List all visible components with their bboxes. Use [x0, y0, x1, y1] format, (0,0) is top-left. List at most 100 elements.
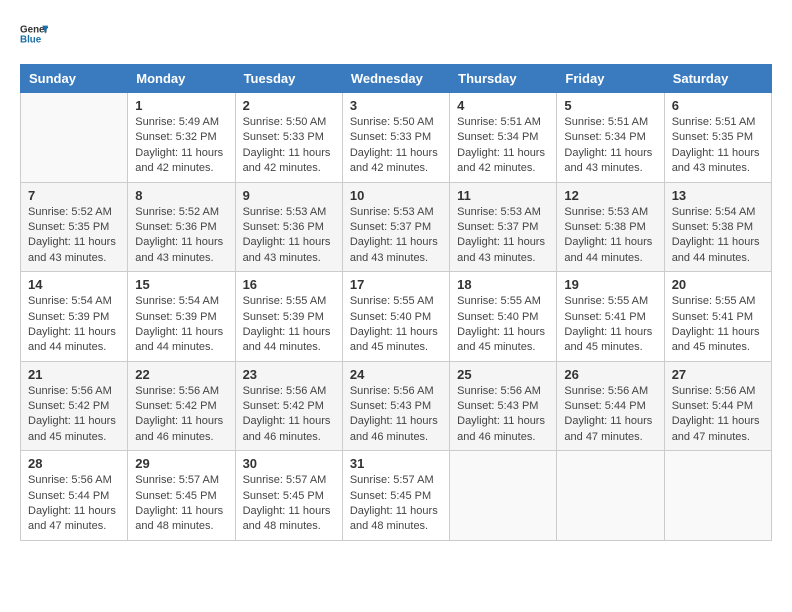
svg-text:Blue: Blue [20, 34, 42, 45]
day-number: 27 [672, 367, 764, 382]
calendar-cell: 27 Sunrise: 5:56 AMSunset: 5:44 PMDaylig… [664, 361, 771, 451]
day-number: 3 [350, 98, 442, 113]
weekday-header: Saturday [664, 65, 771, 93]
day-number: 16 [243, 277, 335, 292]
calendar-cell: 12 Sunrise: 5:53 AMSunset: 5:38 PMDaylig… [557, 182, 664, 272]
day-number: 22 [135, 367, 227, 382]
calendar-cell: 11 Sunrise: 5:53 AMSunset: 5:37 PMDaylig… [450, 182, 557, 272]
day-info: Sunrise: 5:57 AMSunset: 5:45 PMDaylight:… [243, 474, 331, 532]
day-number: 17 [350, 277, 442, 292]
calendar-cell: 22 Sunrise: 5:56 AMSunset: 5:42 PMDaylig… [128, 361, 235, 451]
day-info: Sunrise: 5:50 AMSunset: 5:33 PMDaylight:… [243, 116, 331, 174]
day-number: 29 [135, 456, 227, 471]
day-info: Sunrise: 5:56 AMSunset: 5:42 PMDaylight:… [243, 385, 331, 443]
day-number: 13 [672, 188, 764, 203]
page-header: General Blue [20, 20, 772, 48]
day-info: Sunrise: 5:52 AMSunset: 5:36 PMDaylight:… [135, 206, 223, 264]
logo: General Blue [20, 20, 56, 48]
calendar-cell: 9 Sunrise: 5:53 AMSunset: 5:36 PMDayligh… [235, 182, 342, 272]
day-info: Sunrise: 5:54 AMSunset: 5:38 PMDaylight:… [672, 206, 760, 264]
day-number: 4 [457, 98, 549, 113]
day-number: 7 [28, 188, 120, 203]
day-info: Sunrise: 5:56 AMSunset: 5:44 PMDaylight:… [672, 385, 760, 443]
day-info: Sunrise: 5:56 AMSunset: 5:43 PMDaylight:… [457, 385, 545, 443]
calendar-cell: 17 Sunrise: 5:55 AMSunset: 5:40 PMDaylig… [342, 272, 449, 362]
day-info: Sunrise: 5:55 AMSunset: 5:39 PMDaylight:… [243, 295, 331, 353]
day-info: Sunrise: 5:56 AMSunset: 5:44 PMDaylight:… [564, 385, 652, 443]
calendar-cell: 25 Sunrise: 5:56 AMSunset: 5:43 PMDaylig… [450, 361, 557, 451]
calendar-cell: 10 Sunrise: 5:53 AMSunset: 5:37 PMDaylig… [342, 182, 449, 272]
calendar-cell: 5 Sunrise: 5:51 AMSunset: 5:34 PMDayligh… [557, 93, 664, 183]
day-info: Sunrise: 5:57 AMSunset: 5:45 PMDaylight:… [135, 474, 223, 532]
calendar-cell: 15 Sunrise: 5:54 AMSunset: 5:39 PMDaylig… [128, 272, 235, 362]
calendar-cell: 3 Sunrise: 5:50 AMSunset: 5:33 PMDayligh… [342, 93, 449, 183]
day-info: Sunrise: 5:50 AMSunset: 5:33 PMDaylight:… [350, 116, 438, 174]
calendar-cell: 6 Sunrise: 5:51 AMSunset: 5:35 PMDayligh… [664, 93, 771, 183]
day-number: 18 [457, 277, 549, 292]
day-info: Sunrise: 5:51 AMSunset: 5:35 PMDaylight:… [672, 116, 760, 174]
day-number: 19 [564, 277, 656, 292]
weekday-header: Monday [128, 65, 235, 93]
calendar-cell: 26 Sunrise: 5:56 AMSunset: 5:44 PMDaylig… [557, 361, 664, 451]
calendar-cell: 24 Sunrise: 5:56 AMSunset: 5:43 PMDaylig… [342, 361, 449, 451]
weekday-header: Wednesday [342, 65, 449, 93]
day-info: Sunrise: 5:49 AMSunset: 5:32 PMDaylight:… [135, 116, 223, 174]
day-info: Sunrise: 5:51 AMSunset: 5:34 PMDaylight:… [457, 116, 545, 174]
calendar-cell: 13 Sunrise: 5:54 AMSunset: 5:38 PMDaylig… [664, 182, 771, 272]
day-number: 15 [135, 277, 227, 292]
calendar-cell: 28 Sunrise: 5:56 AMSunset: 5:44 PMDaylig… [21, 451, 128, 541]
day-number: 30 [243, 456, 335, 471]
calendar-cell: 30 Sunrise: 5:57 AMSunset: 5:45 PMDaylig… [235, 451, 342, 541]
day-info: Sunrise: 5:56 AMSunset: 5:42 PMDaylight:… [28, 385, 116, 443]
calendar-cell [450, 451, 557, 541]
day-number: 5 [564, 98, 656, 113]
day-info: Sunrise: 5:53 AMSunset: 5:38 PMDaylight:… [564, 206, 652, 264]
calendar-cell: 19 Sunrise: 5:55 AMSunset: 5:41 PMDaylig… [557, 272, 664, 362]
day-number: 1 [135, 98, 227, 113]
day-number: 28 [28, 456, 120, 471]
calendar-cell: 4 Sunrise: 5:51 AMSunset: 5:34 PMDayligh… [450, 93, 557, 183]
day-info: Sunrise: 5:53 AMSunset: 5:37 PMDaylight:… [350, 206, 438, 264]
day-info: Sunrise: 5:56 AMSunset: 5:43 PMDaylight:… [350, 385, 438, 443]
day-info: Sunrise: 5:57 AMSunset: 5:45 PMDaylight:… [350, 474, 438, 532]
day-number: 9 [243, 188, 335, 203]
calendar-cell: 23 Sunrise: 5:56 AMSunset: 5:42 PMDaylig… [235, 361, 342, 451]
calendar-cell: 18 Sunrise: 5:55 AMSunset: 5:40 PMDaylig… [450, 272, 557, 362]
day-number: 23 [243, 367, 335, 382]
day-info: Sunrise: 5:52 AMSunset: 5:35 PMDaylight:… [28, 206, 116, 264]
day-number: 12 [564, 188, 656, 203]
calendar-table: SundayMondayTuesdayWednesdayThursdayFrid… [20, 64, 772, 541]
day-number: 31 [350, 456, 442, 471]
weekday-header: Thursday [450, 65, 557, 93]
day-info: Sunrise: 5:55 AMSunset: 5:41 PMDaylight:… [564, 295, 652, 353]
calendar-cell [557, 451, 664, 541]
calendar-cell: 2 Sunrise: 5:50 AMSunset: 5:33 PMDayligh… [235, 93, 342, 183]
day-info: Sunrise: 5:55 AMSunset: 5:40 PMDaylight:… [350, 295, 438, 353]
calendar-cell [664, 451, 771, 541]
day-info: Sunrise: 5:53 AMSunset: 5:36 PMDaylight:… [243, 206, 331, 264]
calendar-cell: 14 Sunrise: 5:54 AMSunset: 5:39 PMDaylig… [21, 272, 128, 362]
calendar-cell [21, 93, 128, 183]
logo-icon: General Blue [20, 20, 48, 48]
day-number: 11 [457, 188, 549, 203]
day-info: Sunrise: 5:56 AMSunset: 5:42 PMDaylight:… [135, 385, 223, 443]
day-info: Sunrise: 5:54 AMSunset: 5:39 PMDaylight:… [135, 295, 223, 353]
day-number: 8 [135, 188, 227, 203]
day-number: 21 [28, 367, 120, 382]
day-number: 25 [457, 367, 549, 382]
day-number: 24 [350, 367, 442, 382]
day-number: 14 [28, 277, 120, 292]
calendar-cell: 1 Sunrise: 5:49 AMSunset: 5:32 PMDayligh… [128, 93, 235, 183]
calendar-cell: 29 Sunrise: 5:57 AMSunset: 5:45 PMDaylig… [128, 451, 235, 541]
day-number: 10 [350, 188, 442, 203]
day-number: 6 [672, 98, 764, 113]
calendar-cell: 16 Sunrise: 5:55 AMSunset: 5:39 PMDaylig… [235, 272, 342, 362]
day-info: Sunrise: 5:54 AMSunset: 5:39 PMDaylight:… [28, 295, 116, 353]
day-number: 20 [672, 277, 764, 292]
calendar-cell: 20 Sunrise: 5:55 AMSunset: 5:41 PMDaylig… [664, 272, 771, 362]
calendar-cell: 7 Sunrise: 5:52 AMSunset: 5:35 PMDayligh… [21, 182, 128, 272]
day-number: 2 [243, 98, 335, 113]
weekday-header: Tuesday [235, 65, 342, 93]
calendar-cell: 31 Sunrise: 5:57 AMSunset: 5:45 PMDaylig… [342, 451, 449, 541]
day-info: Sunrise: 5:53 AMSunset: 5:37 PMDaylight:… [457, 206, 545, 264]
